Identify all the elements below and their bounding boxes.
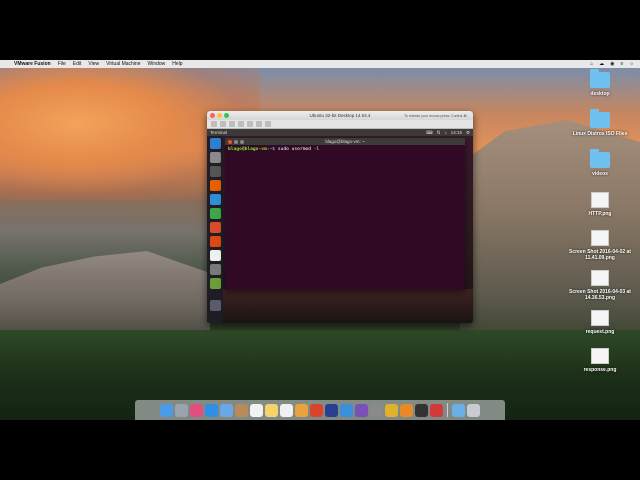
firefox-icon[interactable] — [209, 180, 221, 191]
macos-dock — [135, 400, 505, 420]
firefox-icon[interactable] — [430, 403, 443, 417]
launchpad-icon[interactable] — [175, 403, 188, 417]
menu-status-area: ⌂ ☁ ◉ ≡ ☼ — [590, 61, 640, 67]
maps-icon[interactable] — [340, 403, 353, 417]
dock-separator — [447, 403, 448, 417]
desktop-icon-response-png[interactable]: response.png — [565, 348, 635, 373]
contacts-icon[interactable] — [235, 403, 248, 417]
trash-icon[interactable] — [467, 403, 480, 417]
network-icon[interactable]: ⇅ — [437, 130, 441, 136]
folder-icon — [590, 69, 610, 88]
folder-icon — [590, 149, 610, 168]
image-file-icon — [591, 270, 609, 286]
writer-icon[interactable] — [209, 194, 221, 205]
messages-icon[interactable] — [310, 403, 323, 417]
menu-file[interactable]: File — [58, 61, 66, 67]
share-icon[interactable] — [265, 121, 271, 127]
terminal-icon[interactable] — [415, 403, 428, 417]
vmware-icon[interactable] — [400, 403, 413, 417]
snapshot-icon[interactable] — [238, 121, 244, 127]
vmware-window[interactable]: Ubuntu 32-bit Desktop 14.04.4 To release… — [207, 111, 473, 323]
ubuntu-guest-desktop[interactable]: Terminal ⌨ ⇅ ♪ 14:15 ⚙ blago@blago-vm: ~… — [207, 129, 473, 323]
menu-virtual-machine[interactable]: Virtual Machine — [106, 61, 140, 67]
panel-app-name: Terminal — [210, 130, 228, 135]
folder-icon — [590, 109, 610, 128]
menu-help[interactable]: Help — [172, 61, 182, 67]
trash-icon[interactable] — [209, 300, 221, 311]
vmware-titlebar[interactable]: Ubuntu 32-bit Desktop 14.04.4 To release… — [207, 111, 473, 120]
calc-icon[interactable] — [209, 208, 221, 219]
fullscreen-icon[interactable] — [247, 121, 253, 127]
files-icon[interactable] — [209, 152, 221, 163]
calendar-icon[interactable] — [250, 403, 263, 417]
desktop-icon-screenshot-1[interactable]: Screen Shot 2016-04-02 at 11.41.09.png — [565, 230, 635, 261]
menu-vmware-fusion[interactable]: VMware Fusion — [14, 61, 51, 67]
unity-icon[interactable] — [256, 121, 262, 127]
terminal-titlebar[interactable]: blago@blago-vm: ~ — [225, 138, 465, 145]
gear-icon[interactable]: ⚙ — [466, 130, 470, 136]
image-file-icon — [591, 230, 609, 246]
desktop-screen: VMware Fusion File Edit View Virtual Mac… — [0, 60, 640, 420]
keyboard-icon[interactable]: ⌨ — [426, 130, 433, 136]
menu-window[interactable]: Window — [148, 61, 166, 67]
panel-indicators: ⌨ ⇅ ♪ 14:15 ⚙ — [426, 130, 470, 136]
panel-clock[interactable]: 14:15 — [451, 130, 462, 136]
suspend-icon[interactable] — [211, 121, 217, 127]
finder-icon[interactable] — [160, 403, 173, 417]
prompt-user: blago@blago-vm — [228, 147, 267, 152]
image-file-icon — [591, 310, 609, 326]
terminal-title: blago@blago-vm: ~ — [325, 139, 365, 144]
mail-icon[interactable] — [220, 403, 233, 417]
status-icon-1[interactable]: ⌂ — [590, 61, 593, 67]
reminders-icon[interactable] — [280, 403, 293, 417]
desktop-icon-desktop[interactable]: desktop — [565, 69, 635, 97]
itunes-icon[interactable] — [190, 403, 203, 417]
software-center-icon[interactable] — [209, 236, 221, 247]
ubuntu-launcher — [207, 136, 223, 323]
prompt-path: :~$ — [266, 147, 276, 152]
desktop-icon-request-png[interactable]: request.png — [565, 310, 635, 335]
system-preferences-icon[interactable] — [370, 403, 383, 417]
terminal-icon[interactable] — [209, 166, 221, 177]
guest-wallpaper — [223, 289, 473, 323]
volume-icon[interactable]: ♪ — [444, 130, 446, 136]
system-settings-icon[interactable] — [209, 264, 221, 275]
power-icon[interactable] — [220, 121, 226, 127]
desktop-icon-screenshot-2[interactable]: Screen Shot 2016-04-03 at 14.36.53.png — [565, 270, 635, 301]
status-icon-4[interactable]: ≡ — [620, 61, 623, 67]
status-icon-2[interactable]: ☁ — [599, 61, 604, 67]
notes-icon[interactable] — [265, 403, 278, 417]
macos-menu-bar: VMware Fusion File Edit View Virtual Mac… — [0, 60, 640, 68]
status-icon-3[interactable]: ◉ — [610, 61, 614, 67]
ubuntu-top-panel: Terminal ⌨ ⇅ ♪ 14:15 ⚙ — [207, 129, 473, 136]
desktop-icon-videos[interactable]: videos — [565, 149, 635, 177]
vmware-toolbar — [207, 120, 473, 129]
dash-icon[interactable] — [209, 138, 221, 149]
downloads-icon[interactable] — [452, 403, 465, 417]
facetime-icon[interactable] — [325, 403, 338, 417]
amazon-icon[interactable] — [209, 250, 221, 261]
app-store-icon[interactable] — [355, 403, 368, 417]
status-icon-5[interactable]: ☼ — [629, 61, 634, 67]
update-icon[interactable] — [209, 278, 221, 289]
release-mouse-hint: To release your mouse press: Control-⌘ — [404, 113, 467, 118]
desktop-icon-linux-distros[interactable]: Linux Distros ISO Files — [565, 109, 635, 137]
menu-view[interactable]: View — [88, 61, 99, 67]
image-file-icon — [591, 348, 609, 364]
photos-icon[interactable] — [295, 403, 308, 417]
menu-edit[interactable]: Edit — [73, 61, 82, 67]
chrome-icon[interactable] — [385, 403, 398, 417]
settings-icon[interactable] — [229, 121, 235, 127]
terminal-body[interactable]: blago@blago-vm:~$ sudo usermod -l — [225, 145, 465, 154]
terminal-window[interactable]: blago@blago-vm: ~ blago@blago-vm:~$ sudo… — [225, 138, 465, 290]
desktop-icon-http-png[interactable]: HTTP.png — [565, 192, 635, 217]
safari-icon[interactable] — [205, 403, 218, 417]
image-file-icon — [591, 192, 609, 208]
impress-icon[interactable] — [209, 222, 221, 233]
terminal-command: sudo usermod -l — [275, 147, 320, 152]
